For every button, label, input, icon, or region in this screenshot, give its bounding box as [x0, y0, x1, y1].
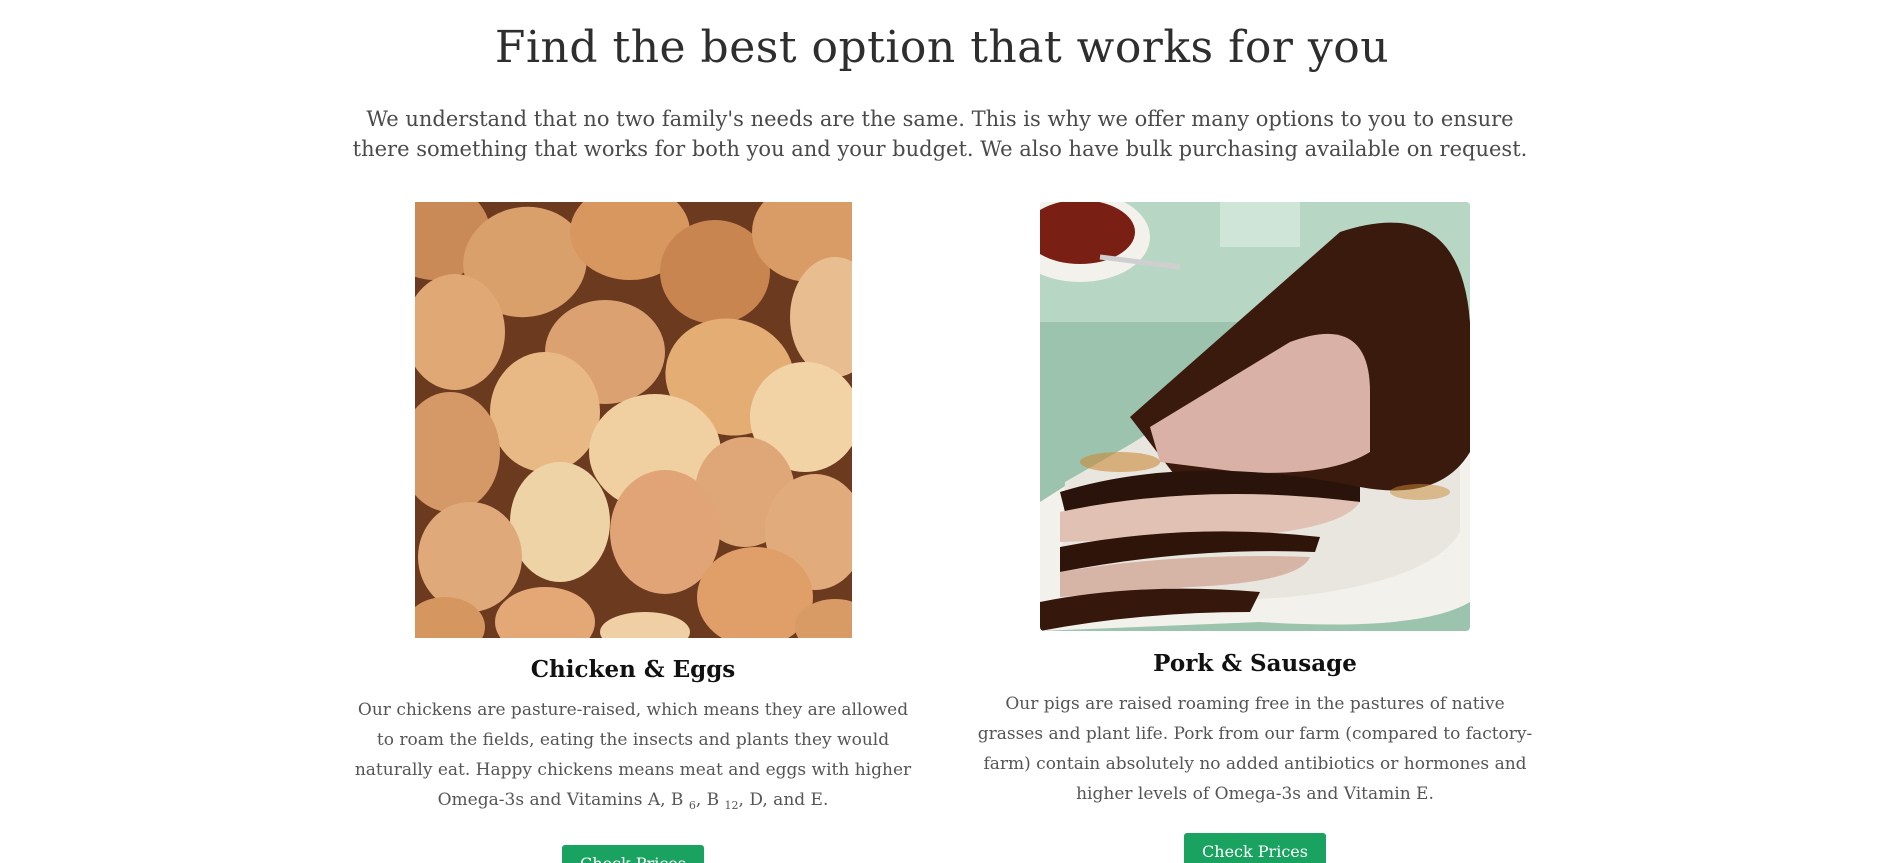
card-title: Pork & Sausage	[1153, 650, 1357, 677]
section-heading: Find the best option that works for you	[494, 22, 1390, 73]
subscript-12: 12	[724, 799, 739, 812]
pork-roast-image	[1040, 202, 1470, 631]
product-card-pork-sausage: Pork & Sausage Our pigs are raised roami…	[972, 202, 1538, 863]
card-description: Our pigs are raised roaming free in the …	[977, 694, 1533, 804]
subscript-6: 6	[688, 799, 696, 812]
card-description: Our chickens are pasture-raised, which m…	[354, 700, 912, 812]
section-intro: We understand that no two family's needs…	[352, 107, 1528, 161]
card-title: Chicken & Eggs	[530, 656, 736, 683]
eggs-image	[414, 202, 852, 638]
check-prices-button[interactable]: Check Prices	[562, 845, 704, 863]
check-prices-button[interactable]: Check Prices	[1184, 833, 1326, 863]
product-card-chicken-eggs: Chicken & Eggs Our chickens are pasture-…	[350, 202, 916, 863]
